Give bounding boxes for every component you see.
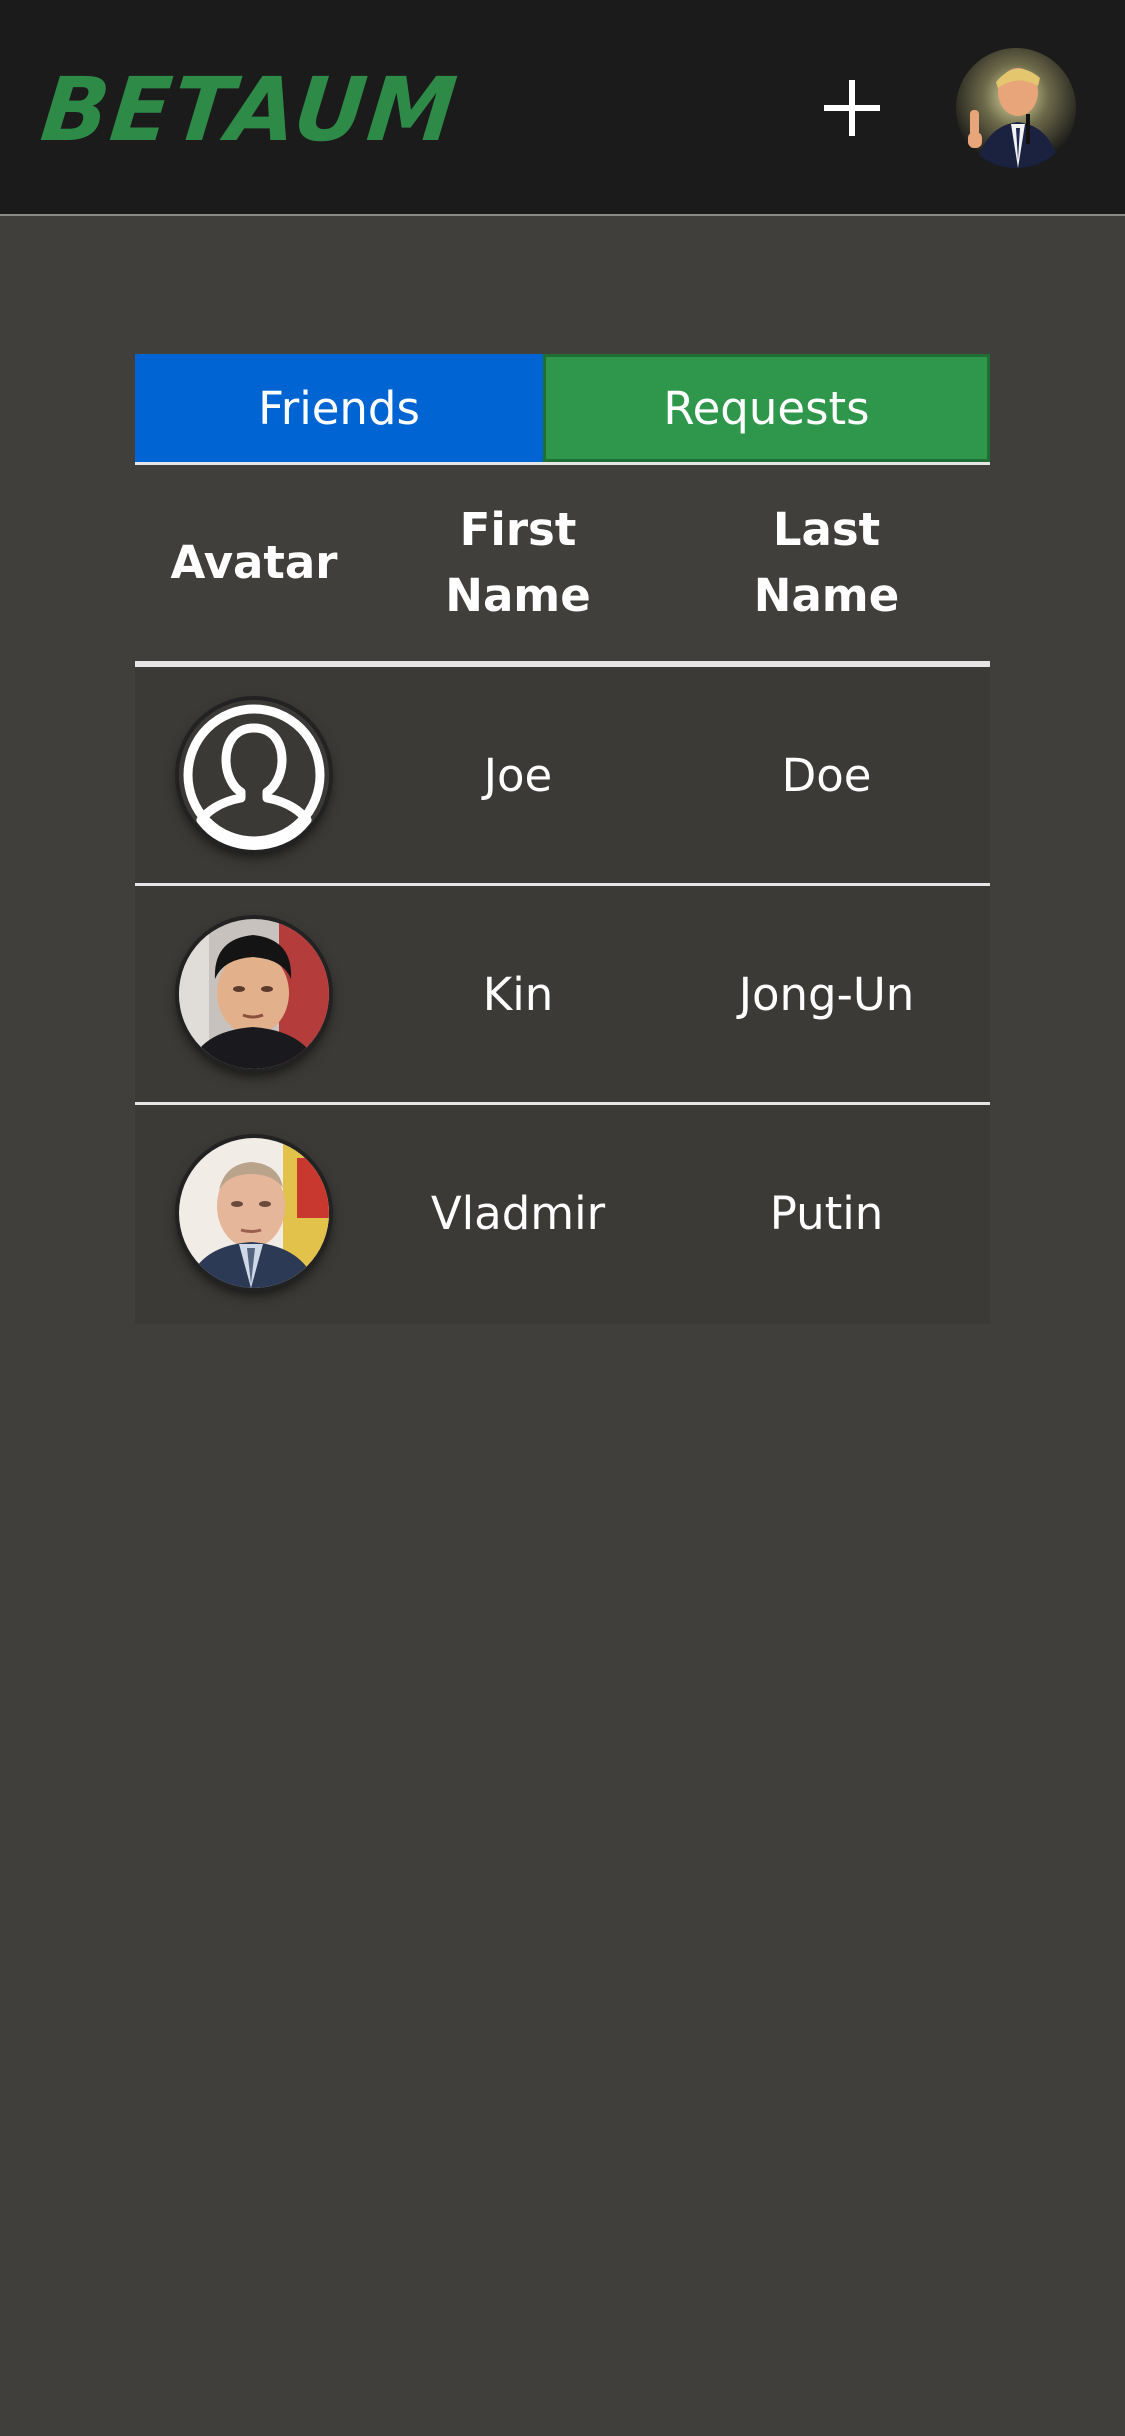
tab-requests[interactable]: Requests [543,354,990,462]
add-button[interactable] [822,78,882,138]
last-name-cell: Putin [769,1186,884,1240]
table-row[interactable]: Vladmir Putin [135,1105,990,1324]
first-name-cell: Vladmir [430,1186,606,1240]
column-header-last-name-line1: Last [772,503,881,556]
app-header: BETAUM [0,0,1125,216]
column-header-last-name-line2: Name [753,569,900,622]
tab-bar: Friends Requests [135,354,990,462]
profile-avatar[interactable] [956,48,1076,168]
column-header-first-name: First Name [373,465,663,661]
app-logo[interactable]: BETAUM [37,58,463,161]
first-name-cell: Kin [482,967,554,1021]
column-header-last-name-label: Last Name [754,497,899,629]
avatar [179,700,329,850]
table-header: Avatar First Name Last Name [135,462,990,667]
column-header-last-name: Last Name [663,465,990,661]
last-name-cell: Jong-Un [738,967,915,1021]
column-header-avatar-label: Avatar [170,536,338,589]
avatar [179,919,329,1069]
last-name-cell: Doe [781,748,872,802]
plus-icon [824,80,880,136]
avatar [179,1138,329,1288]
user-photo-icon [179,1138,329,1288]
column-header-first-name-label: First Name [445,497,590,629]
friends-table: Avatar First Name Last Name Joe Doe Kin … [135,462,990,1324]
avatar-cell [135,886,373,1102]
table-row[interactable]: Joe Doe [135,667,990,886]
tab-friends[interactable]: Friends [135,354,543,462]
default-user-icon [179,700,329,850]
column-header-first-name-line2: Name [445,569,591,622]
first-name-cell: Joe [483,748,553,802]
avatar-cell [135,1105,373,1321]
column-header-avatar: Avatar [135,465,373,661]
user-avatar-photo-icon [956,48,1076,168]
column-header-first-name-line1: First [459,503,577,556]
avatar-cell [135,667,373,883]
user-photo-icon [179,919,329,1069]
table-row[interactable]: Kin Jong-Un [135,886,990,1105]
